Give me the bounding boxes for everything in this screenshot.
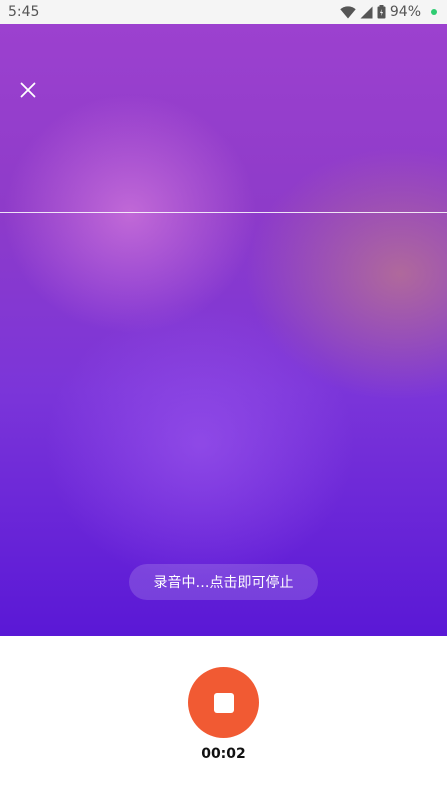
close-button[interactable] [14,76,42,104]
scan-line [0,212,447,213]
battery-status-dot [431,9,437,15]
recording-hint: 录音中…点击即可停止 [129,564,318,600]
status-icons: 94% [340,4,437,20]
recording-hint-text: 录音中…点击即可停止 [153,575,294,591]
recording-timer: 00:02 [201,746,246,762]
stop-icon [213,692,234,713]
signal-icon [360,6,373,18]
recording-visual: 录音中…点击即可停止 [0,24,447,636]
battery-icon [377,5,386,19]
status-bar: 5:45 94% [0,0,447,24]
status-time: 5:45 [8,4,40,20]
wifi-icon [340,5,356,18]
stop-recording-button[interactable] [188,667,259,738]
close-icon [20,82,36,98]
battery-percent: 94% [389,4,421,20]
recording-screen: 5:45 94% 录音中…点击即可停止 00:02 [0,0,447,795]
